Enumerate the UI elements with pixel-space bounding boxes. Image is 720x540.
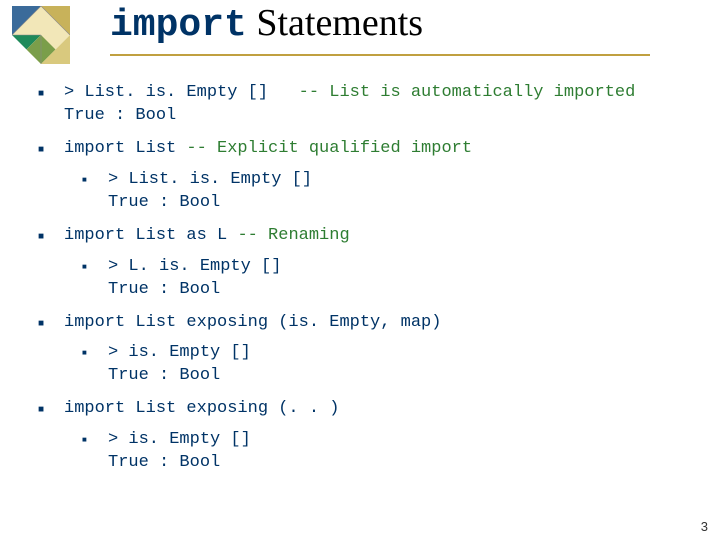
code-text: import List exposing (. . ) (64, 399, 339, 418)
title-underline (110, 54, 650, 56)
tangram-logo-icon (12, 6, 70, 64)
page-number: 3 (701, 519, 708, 534)
list-item: > is. Empty [] True : Bool (82, 342, 698, 388)
list-item: > List. is. Empty [] -- List is automati… (38, 82, 698, 128)
slide-title: import Statements (110, 4, 423, 45)
list-item: import List as L -- Renaming > L. is. Em… (38, 225, 698, 302)
code-text: import List (64, 139, 186, 158)
code-text: True : Bool (108, 192, 698, 215)
code-comment: -- Renaming (237, 226, 349, 245)
code-text: import List exposing (is. Empty, map) (64, 313, 441, 332)
title-keyword: import (110, 4, 247, 47)
code-text: > is. Empty [] (108, 342, 698, 365)
code-text: import List as L (64, 226, 237, 245)
title-text: Statements (247, 2, 423, 44)
code-text: True : Bool (108, 279, 698, 302)
list-item: import List -- Explicit qualified import… (38, 138, 698, 215)
list-item: > List. is. Empty [] True : Bool (82, 169, 698, 215)
slide-body: > List. is. Empty [] -- List is automati… (38, 82, 698, 485)
code-text: > L. is. Empty [] (108, 256, 698, 279)
code-text: > List. is. Empty [] (64, 83, 299, 102)
slide-header: import Statements (0, 0, 720, 70)
code-text: True : Bool (64, 105, 698, 128)
code-text: True : Bool (108, 365, 698, 388)
list-item: import List exposing (is. Empty, map) > … (38, 312, 698, 389)
code-text: > is. Empty [] (108, 429, 698, 452)
code-text: True : Bool (108, 452, 698, 475)
code-comment: -- Explicit qualified import (186, 139, 472, 158)
code-text: > List. is. Empty [] (108, 169, 698, 192)
code-comment: -- List is automatically imported (299, 83, 636, 102)
list-item: > is. Empty [] True : Bool (82, 429, 698, 475)
list-item: import List exposing (. . ) > is. Empty … (38, 398, 698, 475)
list-item: > L. is. Empty [] True : Bool (82, 256, 698, 302)
